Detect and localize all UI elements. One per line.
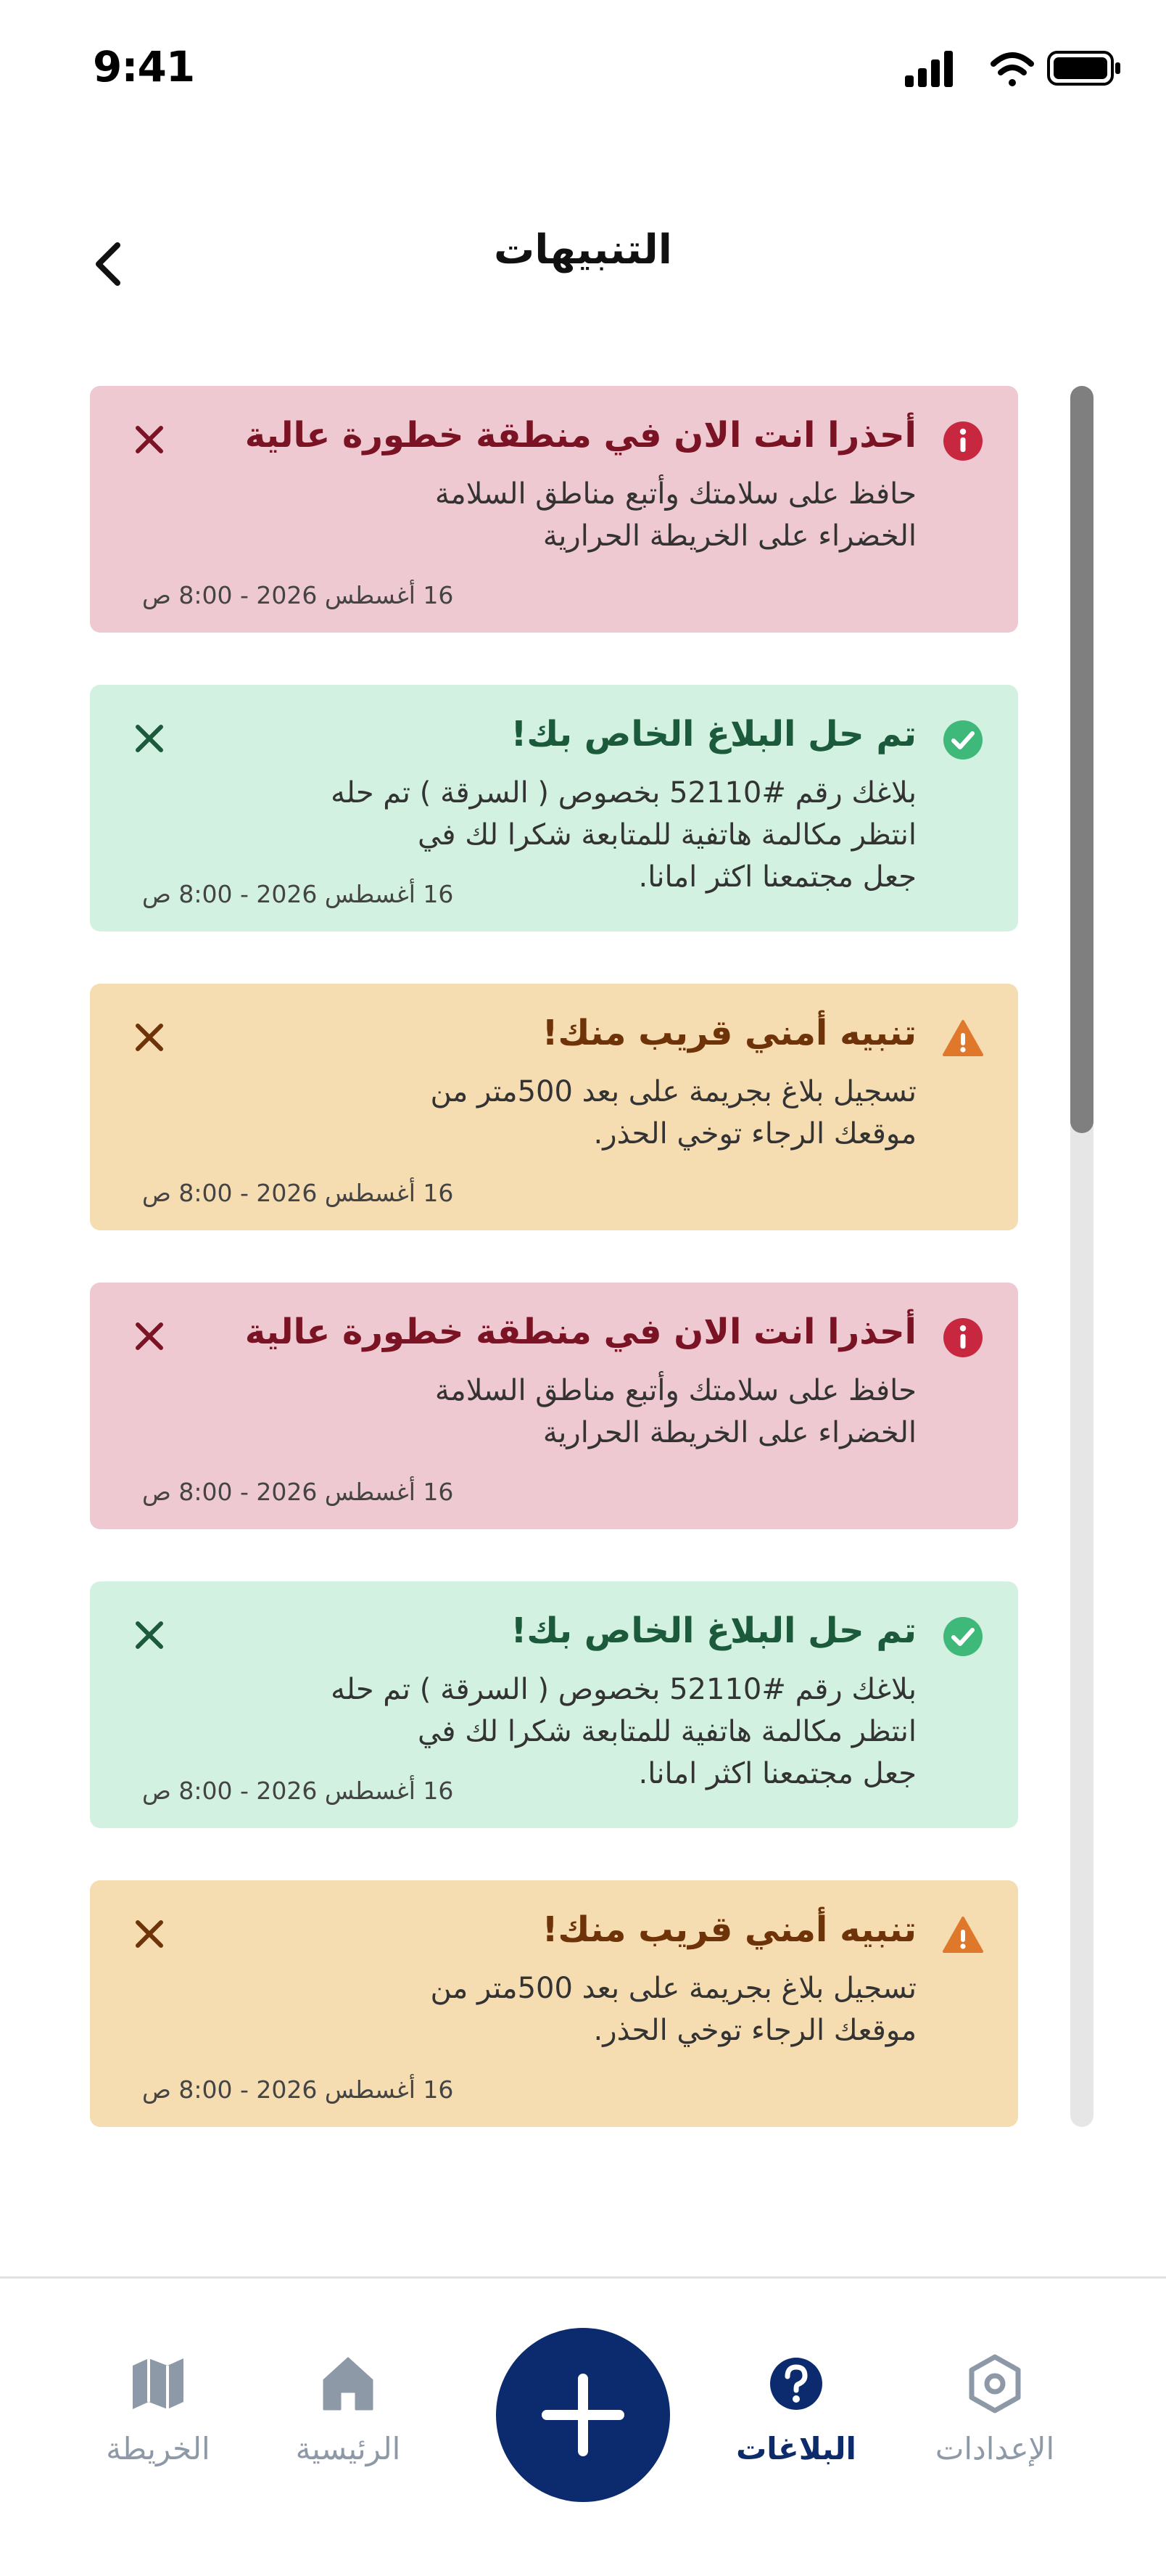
close-button[interactable]: [128, 1314, 171, 1358]
status-time: 9:41: [93, 42, 195, 91]
alert-date: 16 أغسطس 2026 - 8:00 ص: [142, 581, 454, 609]
alert-body: حافظ على سلامتك وأتبع مناطق السلامة الخض…: [434, 477, 917, 553]
close-button[interactable]: [128, 1016, 171, 1059]
alert-title: تنبيه أمني قريب منك!: [542, 1013, 917, 1053]
tab-label: البلاغات: [736, 2431, 856, 2466]
settings-icon: [962, 2351, 1028, 2416]
close-icon: [136, 1621, 163, 1649]
wifi-icon: [991, 52, 1034, 86]
alert-body: حافظ على سلامتك وأتبع مناطق السلامة الخض…: [434, 1374, 917, 1449]
close-icon: [136, 1322, 163, 1350]
status-bar: 9:41: [0, 0, 1166, 145]
alert-title: تم حل البلاغ الخاص بك!: [510, 1610, 917, 1651]
battery-icon: [1047, 51, 1120, 86]
alert-body: بلاغك رقم #52110 بخصوص ( السرقة ) تم حله…: [331, 1673, 917, 1790]
alert-card-warning[interactable]: تنبيه أمني قريب منك! تسجيل بلاغ بجريمة عل…: [90, 1880, 1018, 2127]
page-title: التنبيهات: [494, 226, 672, 273]
check-icon: [943, 1616, 983, 1657]
close-button[interactable]: [128, 1613, 171, 1657]
scrollbar-thumb[interactable]: [1070, 386, 1093, 1133]
alert-body: بلاغك رقم #52110 بخصوص ( السرقة ) تم حله…: [331, 776, 917, 894]
alert-date: 16 أغسطس 2026 - 8:00 ص: [142, 1777, 454, 1805]
alert-card-success[interactable]: تم حل البلاغ الخاص بك! بلاغك رقم #52110 ب…: [90, 685, 1018, 931]
tab-label: الرئيسية: [295, 2431, 401, 2466]
alert-title: أحذرا انت الان في منطقة خطورة عالية: [244, 1312, 917, 1352]
alert-card-success[interactable]: تم حل البلاغ الخاص بك! بلاغك رقم #52110 ب…: [90, 1581, 1018, 1828]
tab-settings[interactable]: الإعدادات: [901, 2351, 1089, 2496]
alert-body: تسجيل بلاغ بجريمة على بعد 500متر من موقع…: [430, 1075, 917, 1151]
status-icons: [905, 51, 1120, 87]
tab-label: الإعدادات: [935, 2431, 1055, 2466]
alert-date: 16 أغسطس 2026 - 8:00 ص: [142, 1179, 454, 1207]
warning-icon: [943, 1019, 983, 1059]
home-icon: [315, 2351, 381, 2416]
tab-home[interactable]: الرئيسية: [254, 2351, 442, 2496]
alert-card-danger[interactable]: أحذرا انت الان في منطقة خطورة عالية حافظ …: [90, 1283, 1018, 1529]
close-icon: [136, 426, 163, 453]
check-icon: [943, 720, 983, 760]
alert-title: تم حل البلاغ الخاص بك!: [510, 714, 917, 754]
tab-question[interactable]: البلاغات: [702, 2351, 890, 2496]
header: التنبيهات: [0, 181, 1166, 326]
alert-date: 16 أغسطس 2026 - 8:00 ص: [142, 1478, 454, 1506]
tab-map[interactable]: الخريطة: [64, 2351, 252, 2496]
map-icon: [125, 2351, 191, 2416]
alert-date: 16 أغسطس 2026 - 8:00 ص: [142, 880, 454, 908]
info-icon: [943, 421, 983, 461]
question-icon: [764, 2351, 829, 2416]
warning-icon: [943, 1915, 983, 1956]
close-button[interactable]: [128, 418, 171, 461]
alert-card-warning[interactable]: تنبيه أمني قريب منك! تسجيل بلاغ بجريمة عل…: [90, 984, 1018, 1230]
scrollbar[interactable]: [1070, 386, 1093, 2127]
alert-date: 16 أغسطس 2026 - 8:00 ص: [142, 2075, 454, 2104]
alert-card-danger[interactable]: أحذرا انت الان في منطقة خطورة عالية حافظ …: [90, 386, 1018, 633]
close-icon: [136, 1920, 163, 1948]
add-report-button[interactable]: [496, 2328, 670, 2502]
alert-title: أحذرا انت الان في منطقة خطورة عالية: [244, 415, 917, 456]
tab-label: الخريطة: [106, 2431, 210, 2466]
signal-icon: [905, 51, 953, 87]
close-icon: [136, 1024, 163, 1051]
alert-list: أحذرا انت الان في منطقة خطورة عالية حافظ …: [90, 386, 1018, 2127]
close-button[interactable]: [128, 1912, 171, 1956]
plus-icon: [542, 2374, 624, 2456]
alert-body: تسجيل بلاغ بجريمة على بعد 500متر من موقع…: [430, 1972, 917, 2047]
bottom-tab-bar: الخريطة الرئيسية البلاغات الإعدادات: [0, 2276, 1166, 2576]
close-button[interactable]: [128, 717, 171, 760]
alert-title: تنبيه أمني قريب منك!: [542, 1909, 917, 1950]
close-icon: [136, 725, 163, 752]
info-icon: [943, 1317, 983, 1358]
